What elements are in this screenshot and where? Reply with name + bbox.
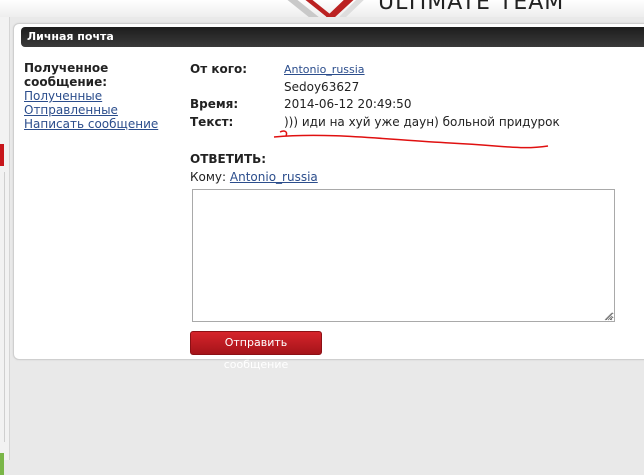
banner-title: ULTIMATE TEAM [378,0,565,15]
reply-textarea[interactable] [192,189,615,322]
from-label: От кого: [190,62,248,76]
gutter-divider [4,172,5,442]
mail-sidebar: Полученное сообщение: Полученные Отправл… [24,61,189,131]
time-label: Время: [190,97,239,111]
gutter-marker [0,453,4,475]
sidebar-link-inbox[interactable]: Полученные [24,89,189,103]
sidebar-link-compose[interactable]: Написать сообщение [24,117,189,131]
top-banner: ULTIMATE TEAM [0,0,644,17]
sidebar-link-sent[interactable]: Отправленные [24,103,189,117]
gutter-marker [0,144,4,166]
reply-heading: ОТВЕТИТЬ: [190,152,267,166]
message-text: ))) иди на хуй уже даун) больной придуро… [284,115,560,129]
text-label: Текст: [190,115,234,129]
red-underline-annotation [273,130,549,149]
send-message-button[interactable]: Отправить сообщение [190,331,322,371]
to-label: Кому: [190,170,227,184]
to-user-link[interactable]: Antonio_russia [230,170,318,184]
from-user-link[interactable]: Antonio_russia [284,63,365,76]
sidebar-title: Полученное сообщение: [24,61,109,89]
panel-title: Личная почта [21,27,644,47]
left-gutter [0,17,10,475]
resize-handle-icon[interactable] [603,311,613,321]
from-extra: Sedoy63627 [284,80,360,94]
time-value: 2014-06-12 20:49:50 [284,97,412,111]
